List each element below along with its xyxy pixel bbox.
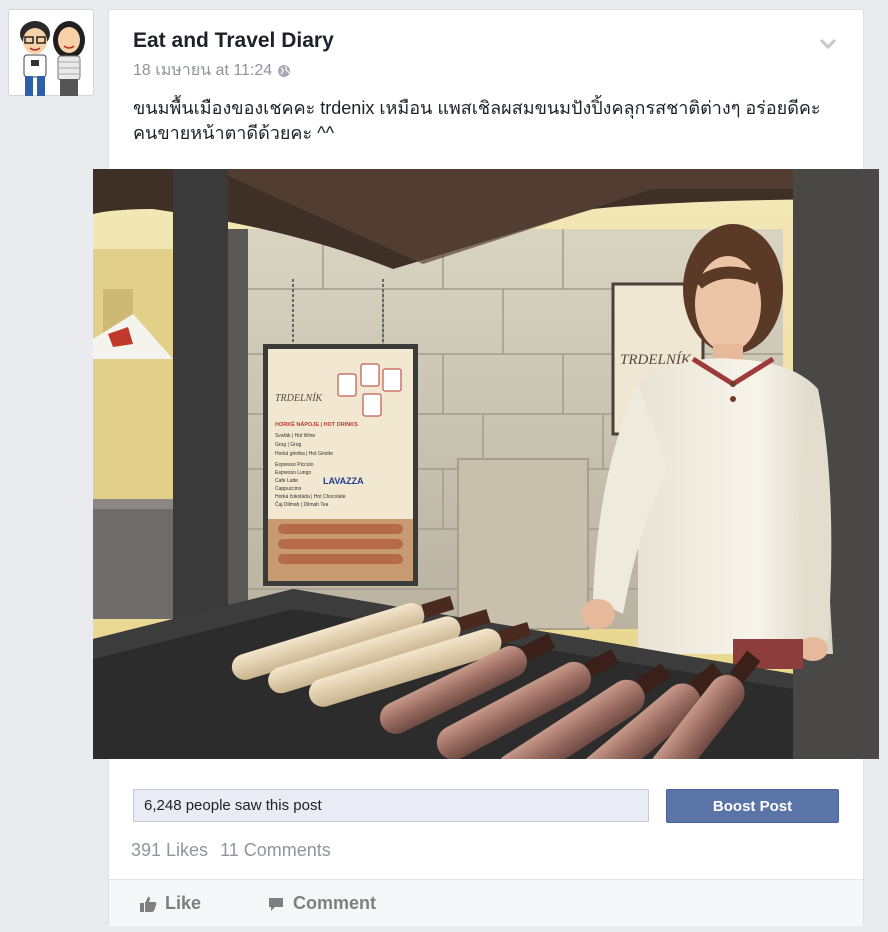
likes-count[interactable]: 391 Likes	[131, 840, 208, 861]
menu-item: Espresso Piccolo	[275, 462, 314, 468]
post-timestamp[interactable]: 18 เมษายน at 11:24	[133, 58, 272, 83]
reach-box: 6,248 people saw this post	[133, 789, 649, 822]
menu-item: Čaj Dilmah | Dilmah Tea	[275, 501, 329, 508]
menu-item: Horká čokoláda | Hot Chocolate	[275, 494, 346, 500]
thumbs-up-icon	[140, 896, 157, 912]
like-button[interactable]: Like	[139, 893, 201, 914]
like-label: Like	[165, 893, 202, 913]
menu-item: Cafe Latte	[275, 478, 298, 484]
page-name-link[interactable]: Eat and Travel Diary	[133, 29, 334, 53]
post-stats: 391 Likes 11 Comments	[131, 840, 331, 861]
comment-bubble-icon	[269, 897, 283, 911]
menu-header: HORKÉ NÁPOJE | HOT DRINKS	[275, 420, 358, 428]
menu-item: Grog | Grog	[275, 442, 302, 448]
reach-text: 6,248 people saw this post	[144, 797, 322, 814]
menu-item: Espresso Lungo	[275, 470, 311, 476]
menu-item: Svařák | Hot Wine	[275, 433, 315, 439]
menu-item: Horká griotka | Hot Griotte	[275, 451, 333, 457]
chevron-down-icon[interactable]	[819, 38, 837, 50]
post-text: ขนมพื้นเมืองของเชคคะ trdenix เหมือน แพสเ…	[133, 98, 821, 143]
comment-button[interactable]: Comment	[267, 893, 376, 914]
menu-item: Cappuccino	[275, 486, 302, 492]
action-bar: Like Comment	[109, 879, 863, 926]
avatar-illustration	[20, 21, 85, 96]
post-meta: 18 เมษายน at 11:24	[133, 58, 291, 83]
globe-icon[interactable]	[277, 64, 291, 78]
menu-brand: TRDELNÍK	[275, 392, 324, 404]
stall-post-left	[173, 169, 228, 619]
comments-count[interactable]: 11 Comments	[220, 840, 331, 861]
boost-post-button[interactable]: Boost Post	[666, 789, 839, 823]
wall-door	[457, 458, 589, 630]
page-avatar[interactable]	[8, 9, 94, 96]
comment-label: Comment	[293, 893, 377, 913]
post-photo[interactable]: TRDELNÍK TRDELNÍK HORKÉ NÁPOJE | HOT DRI…	[93, 169, 879, 759]
menu-sponsor: LAVAZZA	[323, 476, 364, 486]
